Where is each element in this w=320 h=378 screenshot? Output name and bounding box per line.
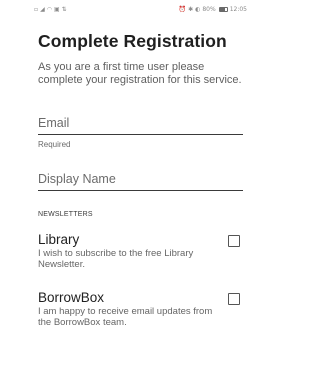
display-name-field-group bbox=[38, 171, 243, 191]
status-right: ⏰ ✱ ◐ 80% 12:05 bbox=[178, 5, 247, 13]
signal-icon: ◢ bbox=[40, 5, 45, 13]
option-title: BorrowBox bbox=[38, 290, 105, 305]
battery-icon bbox=[218, 7, 228, 12]
display-name-field[interactable] bbox=[38, 171, 243, 191]
status-left: ▫ ◢ ◠ ▣ ⇅ bbox=[34, 5, 67, 13]
status-bar: ▫ ◢ ◠ ▣ ⇅ ⏰ ✱ ◐ 80% 12:05 bbox=[0, 0, 257, 19]
option-title: Library bbox=[38, 232, 80, 247]
newsletter-option-borrowbox: BorrowBox I am happy to receive email up… bbox=[38, 290, 243, 328]
bluetooth-icon: ✱ bbox=[188, 5, 194, 13]
newsletters-section-label: NEWSLETTERS bbox=[38, 211, 93, 218]
data-icon: ⇅ bbox=[61, 5, 67, 13]
email-field-group: Required bbox=[38, 115, 243, 149]
battery-percent: 80% bbox=[202, 5, 216, 13]
borrowbox-newsletter-checkbox[interactable] bbox=[228, 293, 240, 305]
newsletter-option-library: Library I wish to subscribe to the free … bbox=[38, 232, 243, 270]
option-description: I wish to subscribe to the free Library … bbox=[38, 248, 194, 270]
option-text: BorrowBox I am happy to receive email up… bbox=[38, 290, 213, 328]
registration-screen: ▫ ◢ ◠ ▣ ⇅ ⏰ ✱ ◐ 80% 12:05 Complete Regis… bbox=[0, 0, 257, 378]
email-field[interactable] bbox=[38, 115, 243, 135]
alarm-icon: ⏰ bbox=[178, 5, 187, 13]
page-title: Complete Registration bbox=[38, 31, 227, 51]
option-text: Library I wish to subscribe to the free … bbox=[38, 232, 213, 270]
rotation-icon: ◐ bbox=[195, 5, 201, 13]
registration-content: Complete Registration As you are a first… bbox=[0, 31, 257, 328]
status-time: 12:05 bbox=[229, 5, 247, 13]
sim-icon: ▫ bbox=[34, 5, 39, 13]
option-description: I am happy to receive email updates from… bbox=[38, 306, 213, 328]
wifi-icon: ◠ bbox=[46, 5, 52, 13]
nfc-icon: ▣ bbox=[53, 5, 60, 13]
intro-text: As you are a first time user please comp… bbox=[38, 61, 242, 86]
email-helper-text: Required bbox=[38, 140, 71, 149]
library-newsletter-checkbox[interactable] bbox=[228, 235, 240, 247]
